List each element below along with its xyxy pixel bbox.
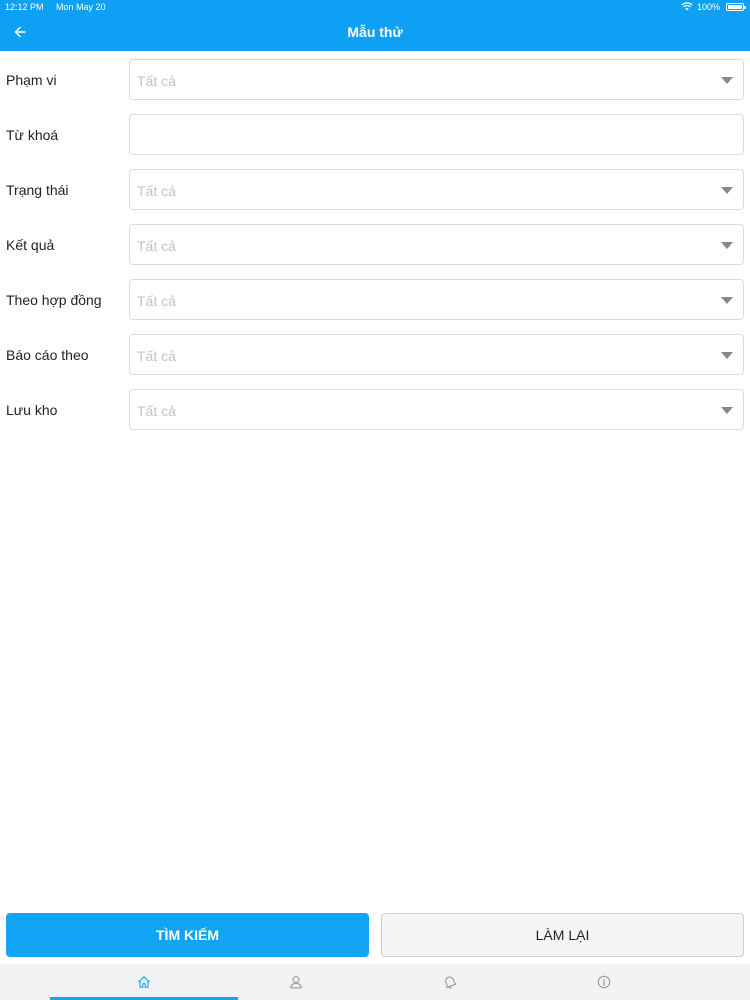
form-row-scope: Phạm vi Tất cả [0, 51, 750, 106]
battery-icon [726, 3, 746, 11]
user-icon [290, 976, 302, 989]
status-time: 12:12 PM [5, 2, 44, 12]
battery-percent: 100% [696, 2, 720, 12]
tab-bar [0, 964, 750, 1000]
tab-info[interactable] [510, 964, 698, 1000]
field-label: Báo cáo theo [6, 347, 89, 363]
form-row-storage: Lưu kho Tất cả [0, 381, 750, 436]
select-placeholder: Tất cả [137, 238, 176, 254]
reset-button[interactable]: LÀM LẠI [381, 913, 744, 957]
keyword-input[interactable] [129, 114, 744, 155]
field-label: Phạm vi [6, 72, 57, 88]
status-select[interactable]: Tất cả [129, 169, 744, 210]
home-icon [137, 976, 150, 988]
form-row-result: Kết quả Tất cả [0, 216, 750, 271]
select-placeholder: Tất cả [137, 293, 176, 309]
select-placeholder: Tất cả [137, 183, 176, 199]
search-form: Phạm vi Tất cả Từ khoá Trạng thái Tất cả… [0, 51, 750, 436]
chevron-down-icon [721, 352, 733, 359]
chevron-down-icon [721, 242, 733, 249]
chevron-down-icon [721, 77, 733, 84]
report-select[interactable]: Tất cả [129, 334, 744, 375]
status-date: Mon May 20 [56, 2, 106, 12]
chevron-down-icon [721, 297, 733, 304]
page-title: Mẫu thử [347, 24, 403, 40]
field-label: Lưu kho [6, 402, 58, 418]
status-bar: 12:12 PM Mon May 20 100% [0, 0, 750, 14]
field-label: Trạng thái [6, 182, 69, 198]
storage-select[interactable]: Tất cả [129, 389, 744, 430]
bell-icon [444, 976, 457, 989]
chevron-down-icon [721, 407, 733, 414]
result-select[interactable]: Tất cả [129, 224, 744, 265]
form-row-contract: Theo hợp đồng Tất cả [0, 271, 750, 326]
scope-select[interactable]: Tất cả [129, 59, 744, 100]
select-placeholder: Tất cả [137, 403, 176, 419]
info-icon [597, 975, 610, 989]
search-button[interactable]: TÌM KIẾM [6, 913, 369, 957]
form-row-keyword: Từ khoá [0, 106, 750, 161]
select-placeholder: Tất cả [137, 348, 176, 364]
form-row-status: Trạng thái Tất cả [0, 161, 750, 216]
field-label: Từ khoá [6, 127, 59, 143]
header: Mẫu thử [0, 14, 750, 51]
field-label: Theo hợp đồng [6, 292, 102, 308]
wifi-icon [681, 1, 693, 13]
field-label: Kết quả [6, 237, 55, 253]
contract-select[interactable]: Tất cả [129, 279, 744, 320]
select-placeholder: Tất cả [137, 73, 176, 89]
form-row-report: Báo cáo theo Tất cả [0, 326, 750, 381]
chevron-down-icon [721, 187, 733, 194]
